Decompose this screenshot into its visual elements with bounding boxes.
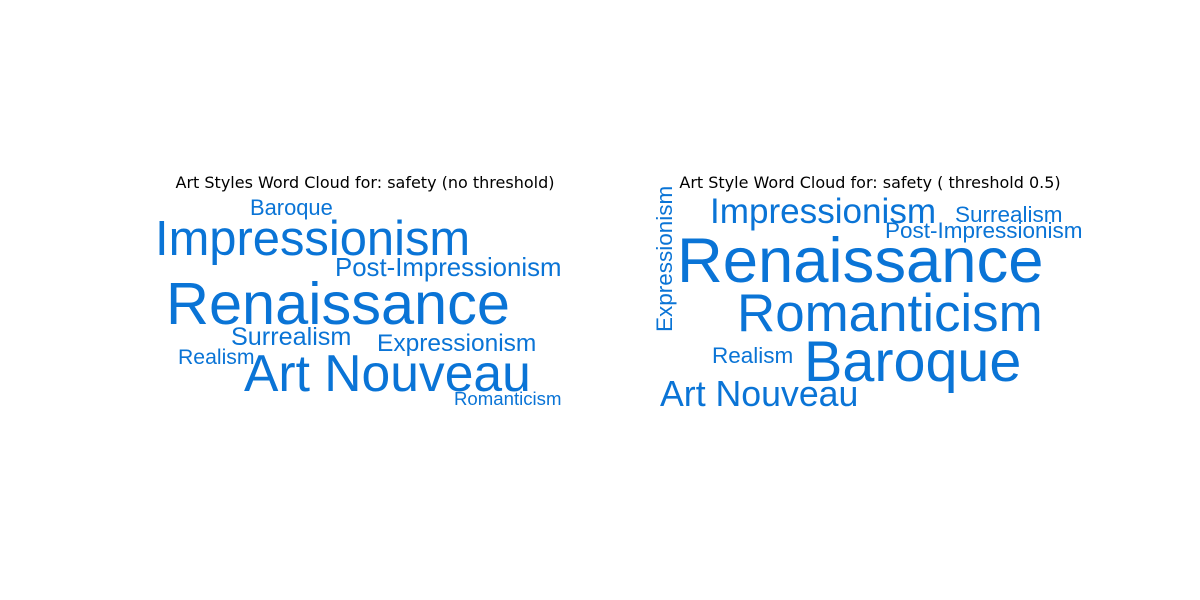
word-cloud-no-threshold: BaroqueImpressionismPost-ImpressionismRe…	[155, 195, 562, 409]
word-cloud-panel-threshold: Art Style Word Cloud for: safety ( thres…	[650, 172, 1090, 414]
word-cloud-word: Realism	[712, 343, 793, 368]
word-cloud-word: Art Nouveau	[660, 374, 858, 414]
word-cloud-word: Romanticism	[454, 388, 561, 409]
word-cloud-panel-no-threshold: Art Styles Word Cloud for: safety (no th…	[150, 172, 580, 412]
word-cloud-word: Expressionism	[652, 186, 677, 332]
word-cloud-threshold: Impressionism SurrealismPost-Impressionis…	[652, 186, 1083, 414]
